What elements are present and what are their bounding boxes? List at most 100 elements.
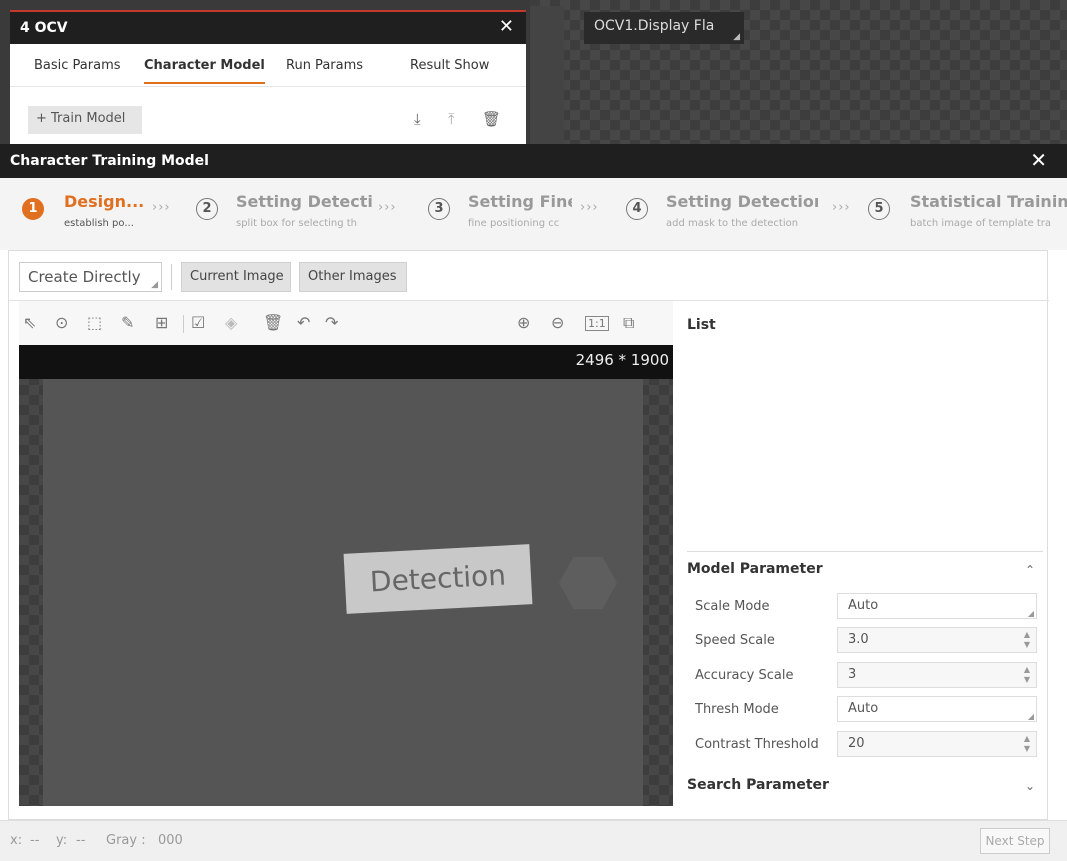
pointer-icon[interactable]: ⇖	[23, 313, 36, 332]
other-images-button[interactable]: Other Images	[299, 262, 407, 292]
tab-character-model[interactable]: Character Model	[144, 50, 265, 84]
detection-label-in-image: Detection	[343, 544, 533, 614]
thresh-mode-value: Auto	[848, 701, 879, 716]
ocv-title: 4 OCV	[20, 20, 68, 36]
step-4-title[interactable]: Setting Detectior	[666, 192, 818, 211]
step-2-title[interactable]: Setting Detectic	[236, 192, 372, 211]
chevron-down-icon[interactable]: ⌄	[1025, 779, 1035, 793]
image-size-readout: 2496 * 1900	[575, 351, 669, 369]
scale-mode-select[interactable]: Auto ◢	[837, 593, 1037, 619]
chevron-up-icon[interactable]: ⌃	[1025, 563, 1035, 577]
dropdown-corner-icon: ◢	[733, 32, 740, 42]
trash-icon[interactable]: 🗑︎	[263, 313, 283, 332]
close-icon[interactable]: ✕	[1030, 148, 1047, 172]
step-wizard: 1 Design... establish po... ››› 2 Settin…	[0, 178, 1067, 250]
spin-arrows-icon[interactable]: ▲ ▼	[1024, 734, 1030, 754]
divider	[687, 551, 1043, 552]
divider	[171, 264, 172, 290]
contrast-threshold-spinbox[interactable]: 20 ▲ ▼	[837, 731, 1037, 757]
list-title: List	[687, 317, 716, 333]
tab-basic-params[interactable]: Basic Params	[34, 50, 121, 84]
step-2-number[interactable]: 2	[196, 198, 218, 220]
x-coordinate-value: --	[30, 833, 40, 848]
accuracy-scale-spinbox[interactable]: 3 ▲ ▼	[837, 662, 1037, 688]
gray-label: Gray :	[106, 833, 146, 848]
trash-icon[interactable]: 🗑︎	[482, 110, 501, 128]
y-coordinate-value: --	[76, 833, 86, 848]
modal-titlebar: Character Training Model ✕	[0, 144, 1067, 178]
status-bar: x: -- y: -- Gray : 000 Next Step	[0, 820, 1067, 861]
eraser-icon[interactable]: ◈	[225, 313, 237, 332]
thresh-mode-label: Thresh Mode	[695, 702, 779, 717]
y-coordinate-label: y:	[56, 833, 68, 848]
tab-result-show[interactable]: Result Show	[410, 50, 489, 84]
drawing-toolbar: ⇖ ⊙ ⬚ ✎ ⊞ ☑ ◈ 🗑︎ ↶ ↷ ⊕ ⊖ 1:1 ⧉	[19, 301, 673, 345]
zoom-out-icon[interactable]: ⊖	[551, 313, 564, 332]
next-step-button[interactable]: Next Step	[980, 828, 1050, 854]
step-1-subtitle: establish po...	[64, 218, 134, 229]
speed-scale-value: 3.0	[848, 632, 869, 647]
step-3-subtitle: fine positioning cc	[468, 218, 560, 229]
thresh-mode-select[interactable]: Auto ◢	[837, 696, 1037, 722]
display-source-dropdown[interactable]: OCV1.Display Fla ◢	[584, 12, 744, 44]
dropdown-corner-icon: ◢	[1027, 609, 1034, 618]
contrast-threshold-value: 20	[848, 736, 865, 751]
speed-scale-spinbox[interactable]: 3.0 ▲ ▼	[837, 627, 1037, 653]
zoom-in-icon[interactable]: ⊕	[517, 313, 530, 332]
image-info-bar: 2496 * 1900	[19, 345, 673, 379]
step-separator: ›››	[378, 200, 397, 215]
dropdown-corner-icon: ◢	[1027, 712, 1034, 721]
hexagon-mark	[559, 556, 617, 610]
step-2-subtitle: split box for selecting th	[236, 218, 358, 229]
contrast-threshold-label: Contrast Threshold	[695, 737, 819, 752]
scale-mode-value: Auto	[848, 598, 879, 613]
fit-window-icon[interactable]: ⧉	[623, 313, 634, 333]
x-coordinate-label: x:	[10, 833, 23, 848]
step-3-number[interactable]: 3	[428, 198, 450, 220]
step-4-number[interactable]: 4	[626, 198, 648, 220]
character-training-modal: Character Training Model ✕ 1 Design... e…	[0, 144, 1067, 861]
actual-size-icon[interactable]: 1:1	[585, 316, 609, 331]
redo-icon[interactable]: ↷	[325, 313, 338, 332]
step-1-number[interactable]: 1	[22, 198, 44, 220]
train-model-button[interactable]: + Train Model	[28, 106, 142, 134]
camera-image: Detection	[43, 379, 643, 806]
search-parameter-title[interactable]: Search Parameter	[687, 777, 829, 793]
modal-title: Character Training Model	[10, 153, 209, 169]
select-all-icon[interactable]: ☑	[191, 313, 205, 332]
accuracy-scale-value: 3	[848, 667, 857, 682]
create-mode-select[interactable]: Create Directly ◢	[19, 262, 162, 292]
step-3-title[interactable]: Setting Fine	[468, 192, 572, 211]
image-canvas[interactable]: Detection 2496 * 1900	[19, 345, 673, 806]
current-image-button[interactable]: Current Image	[181, 262, 291, 292]
tab-run-params[interactable]: Run Params	[286, 50, 363, 84]
step-5-subtitle: batch image of template tra	[910, 218, 1052, 229]
circle-tool-icon[interactable]: ⊙	[55, 313, 68, 332]
right-panel: List Model Parameter ⌃ Scale Mode Auto ◢…	[675, 301, 1047, 806]
close-icon[interactable]: ✕	[499, 16, 514, 37]
create-mode-value: Create Directly	[28, 268, 141, 286]
separator-strip	[530, 6, 564, 144]
step-separator: ›››	[152, 200, 171, 215]
rectangle-tool-icon[interactable]: ⬚	[87, 313, 102, 332]
step-1-title[interactable]: Design...	[64, 192, 148, 211]
tab-divider	[10, 86, 526, 87]
step-5-number[interactable]: 5	[868, 198, 890, 220]
model-parameter-title[interactable]: Model Parameter	[687, 561, 823, 577]
accuracy-scale-label: Accuracy Scale	[695, 668, 794, 683]
spin-arrows-icon[interactable]: ▲ ▼	[1024, 665, 1030, 685]
ocv-panel: 4 OCV ✕ Basic Params Character Model Run…	[10, 10, 526, 145]
undo-icon[interactable]: ↶	[297, 313, 310, 332]
scale-mode-label: Scale Mode	[695, 599, 770, 614]
download-icon[interactable]: ⤓	[414, 110, 421, 128]
add-roi-icon[interactable]: ⊞	[155, 313, 168, 332]
gray-value: 000	[158, 833, 183, 848]
upload-icon[interactable]: ⤒	[448, 110, 455, 128]
step-separator: ›››	[580, 200, 599, 215]
pen-tool-icon[interactable]: ✎	[121, 313, 134, 332]
spin-arrows-icon[interactable]: ▲ ▼	[1024, 630, 1030, 650]
dropdown-corner-icon: ◢	[151, 280, 158, 290]
display-source-value: OCV1.Display Fla	[594, 18, 715, 34]
ocv-titlebar: 4 OCV ✕	[10, 12, 526, 44]
step-5-title[interactable]: Statistical Training	[910, 192, 1067, 211]
